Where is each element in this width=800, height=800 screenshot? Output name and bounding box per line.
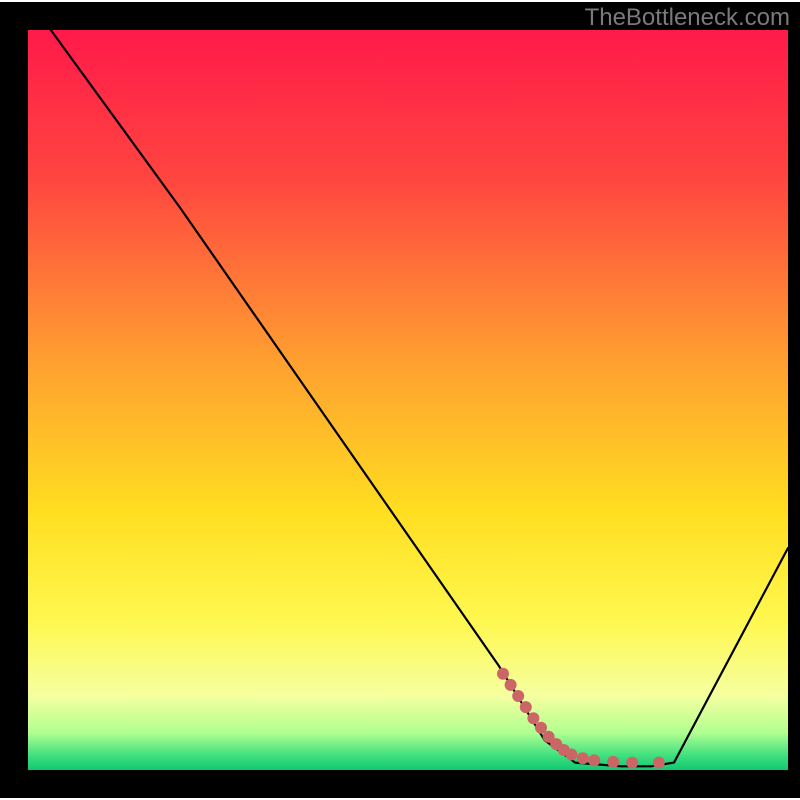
bottleneck-chart: TheBottleneck.com — [0, 0, 800, 800]
watermark-text: TheBottleneck.com — [585, 4, 790, 32]
chart-svg — [0, 0, 800, 800]
